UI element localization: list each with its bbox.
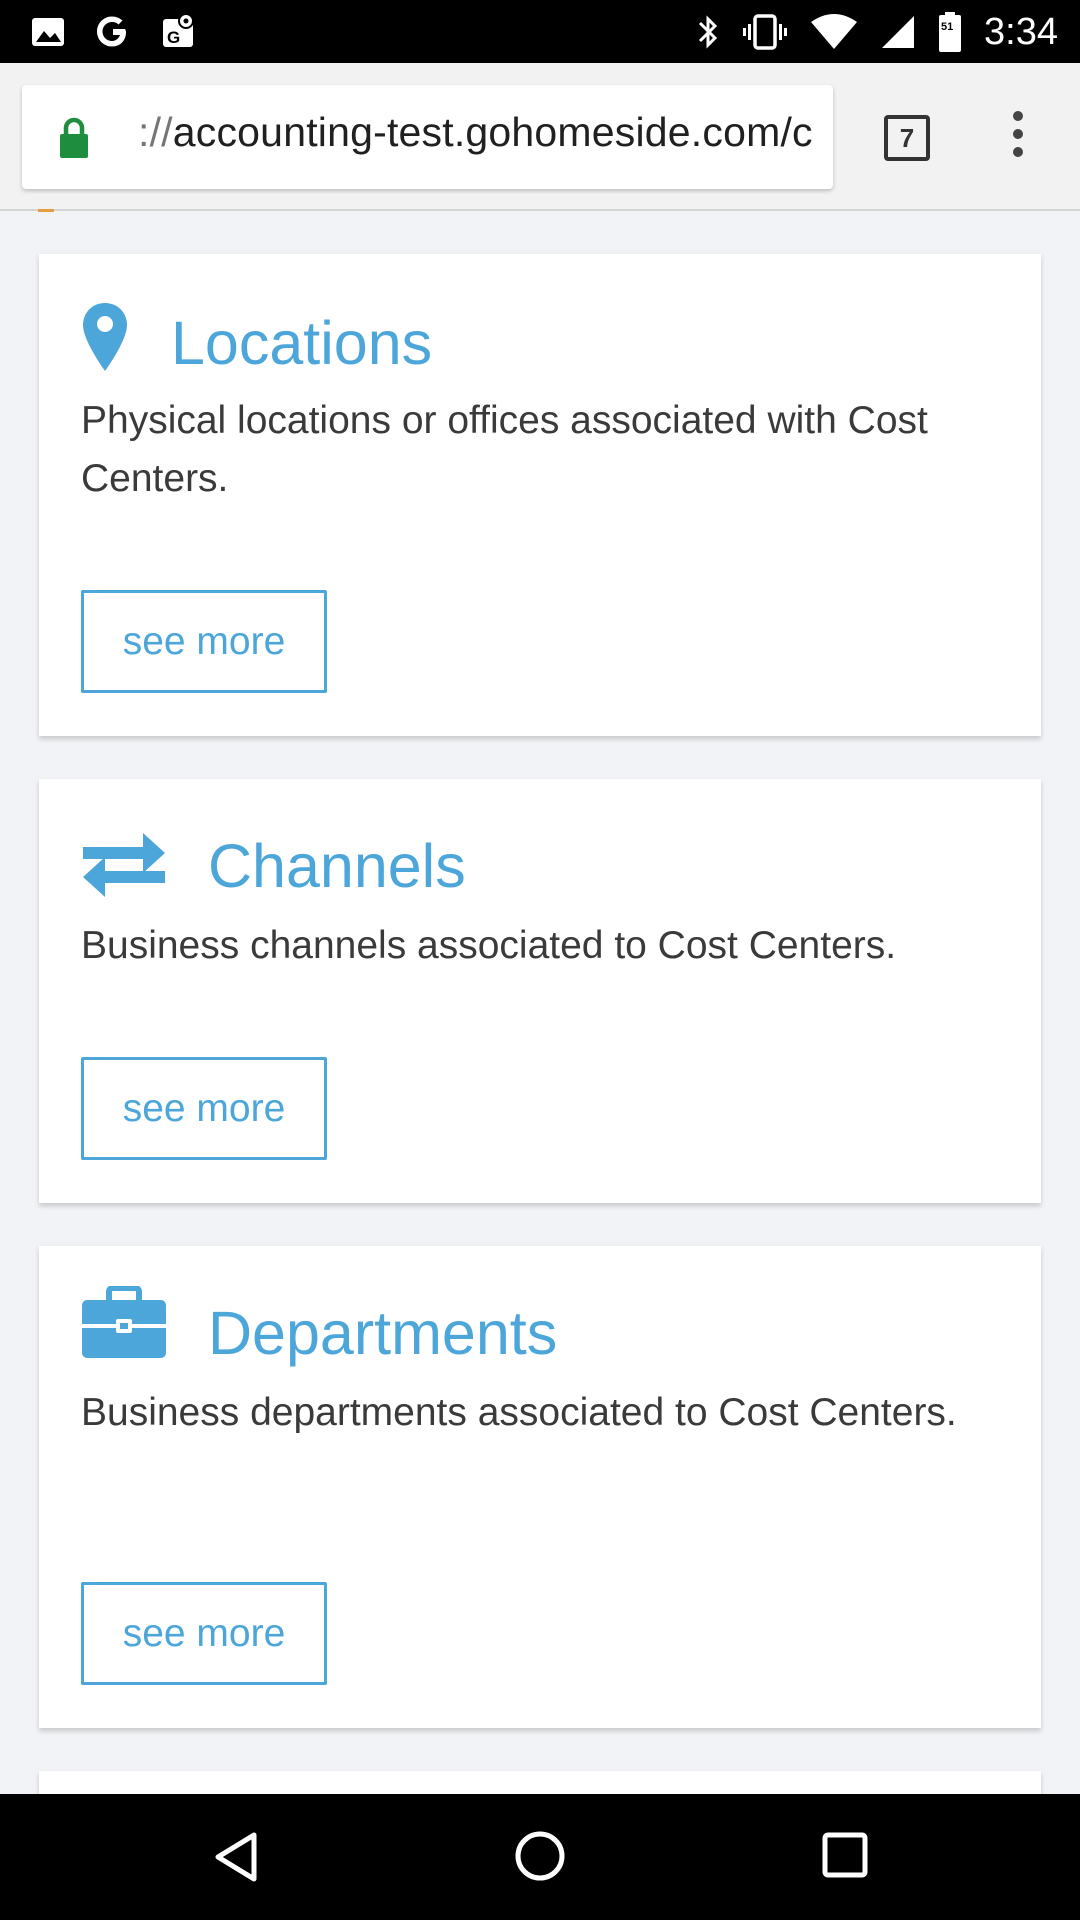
home-icon[interactable] <box>514 1830 566 1882</box>
svg-text:G: G <box>167 28 180 47</box>
briefcase-icon <box>82 1286 166 1358</box>
clock: 3:34 <box>984 10 1058 53</box>
system-icons: 51 3:34 <box>696 6 1058 58</box>
battery-level-label: 51 <box>941 21 953 33</box>
notification-icons: G <box>30 10 198 54</box>
address-bar[interactable]: ://accounting-test.gohomeside.com/c <box>22 85 833 189</box>
google-notification-icon <box>97 16 126 47</box>
page-load-indicator <box>38 209 54 212</box>
navigation-bar <box>0 1794 1080 1920</box>
url-text[interactable]: ://accounting-test.gohomeside.com/c <box>138 109 828 156</box>
card-channels: Channels Business channels associated to… <box>39 779 1041 1203</box>
card-next-partial <box>39 1771 1041 1794</box>
see-more-button[interactable]: see more <box>81 1582 327 1685</box>
card-title: Locations <box>171 309 433 377</box>
card-description: Business channels associated to Cost Cen… <box>81 924 897 967</box>
card-departments: Departments Business departments associa… <box>39 1246 1041 1728</box>
card-description: Business departments associated to Cost … <box>81 1391 957 1434</box>
see-more-button[interactable]: see more <box>81 1057 327 1160</box>
cell-signal-icon <box>882 16 915 48</box>
card-description: Physical locations or offices associated… <box>81 399 928 500</box>
battery-icon: 51 <box>939 12 962 52</box>
status-bar: G 51 3:34 <box>0 0 1080 63</box>
vibrate-icon <box>743 14 788 50</box>
overflow-menu-icon[interactable] <box>1010 111 1026 161</box>
card-locations: Locations Physical locations or offices … <box>39 254 1041 736</box>
card-title: Channels <box>208 832 466 900</box>
swap-arrows-icon <box>83 833 165 897</box>
image-notification-icon <box>32 18 64 46</box>
map-pin-icon <box>83 303 127 371</box>
maps-notification-icon: G <box>163 13 194 47</box>
wifi-icon <box>811 14 858 49</box>
url-scheme: :// <box>138 109 173 155</box>
recents-icon[interactable] <box>822 1832 868 1878</box>
bluetooth-icon <box>698 15 718 49</box>
see-more-button[interactable]: see more <box>81 590 327 693</box>
card-title: Departments <box>208 1299 558 1367</box>
browser-toolbar: ://accounting-test.gohomeside.com/c 7 <box>0 63 1080 211</box>
page-content: Locations Physical locations or offices … <box>0 213 1080 1794</box>
url-host: accounting-test.gohomeside.com/c <box>172 109 813 155</box>
tab-switcher-button[interactable]: 7 <box>884 115 930 161</box>
back-icon[interactable] <box>212 1831 260 1883</box>
lock-icon <box>60 117 88 158</box>
